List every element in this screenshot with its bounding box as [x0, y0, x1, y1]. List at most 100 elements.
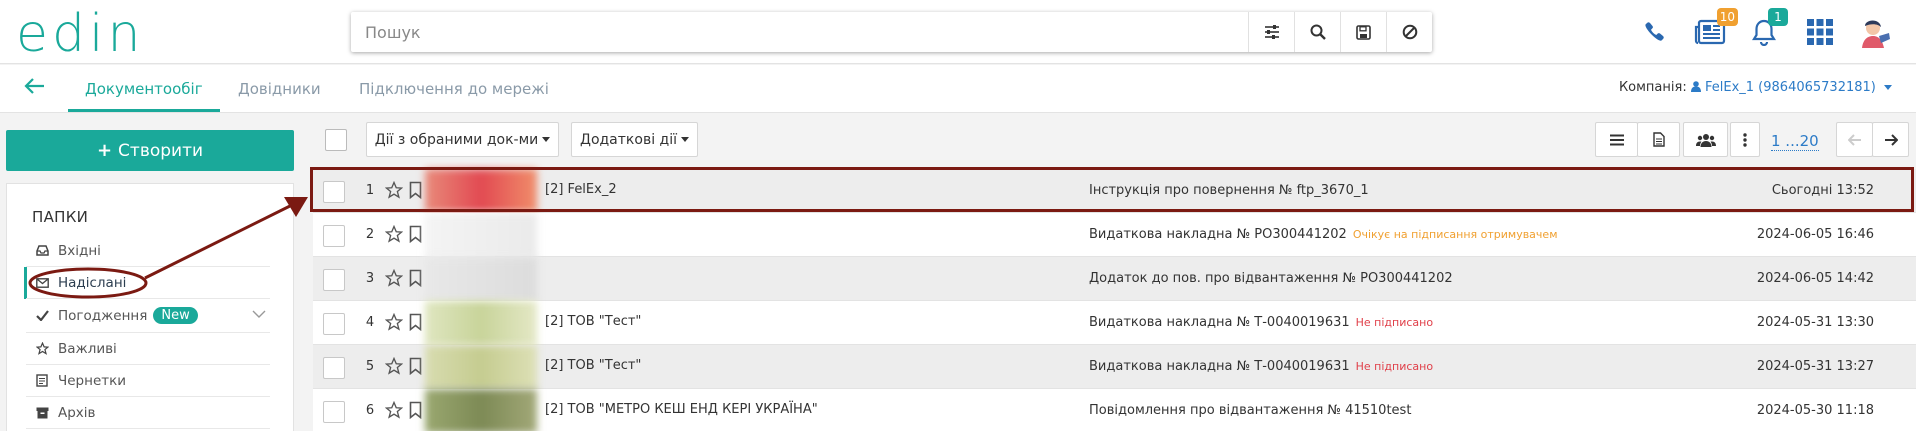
tab-directories[interactable]: Довідники [238, 80, 321, 98]
star-icon[interactable] [384, 180, 404, 203]
select-all-checkbox[interactable] [325, 129, 347, 151]
pager[interactable]: 1 ...20 [1771, 131, 1819, 151]
document-view-icon [1652, 132, 1665, 147]
table-row[interactable]: 2 Видаткова накладна № РО300441202 Очікує … [313, 213, 1916, 257]
edin-logo[interactable]: edin [16, 8, 144, 60]
list-view-icon [1609, 134, 1624, 145]
folder-label: Архів [58, 404, 96, 421]
star-icon[interactable] [384, 356, 404, 379]
document-view-button[interactable] [1637, 122, 1680, 157]
row-checkbox[interactable] [323, 269, 345, 291]
news-button[interactable]: 10 [1692, 8, 1738, 50]
more-vertical-icon [1743, 132, 1747, 147]
company-selector[interactable]: Компанія: FelEx_1 (9864065732181) [1619, 80, 1892, 95]
next-page-button[interactable] [1872, 122, 1909, 157]
folder-label: Вхідні [58, 242, 101, 259]
bookmark-icon[interactable] [409, 181, 422, 203]
folder-approval[interactable]: Погодження New [26, 299, 270, 333]
folder-inbox[interactable]: Вхідні [26, 235, 270, 267]
star-icon[interactable] [384, 400, 404, 423]
search-button[interactable] [1294, 12, 1340, 52]
chevron-down-icon [1884, 85, 1892, 90]
avatar[interactable] [1858, 14, 1894, 50]
bookmark-icon[interactable] [409, 269, 422, 291]
bookmark-icon[interactable] [409, 313, 422, 335]
folder-label: Погодження [58, 307, 148, 324]
group-button[interactable] [1683, 122, 1728, 157]
folder-sent[interactable]: Надіслані [26, 267, 270, 299]
table-row[interactable]: 6 [2] ТОВ "МЕТРО КЕШ ЕНД КЕРІ УКРАЇНА" Пов… [313, 389, 1916, 431]
extra-actions-dropdown[interactable]: Додаткові дії [571, 122, 698, 157]
row-number: 6 [365, 403, 375, 418]
list-view-button[interactable] [1595, 122, 1638, 157]
more-options-button[interactable] [1730, 122, 1760, 157]
save-search-button[interactable] [1340, 12, 1386, 52]
bookmark-icon[interactable] [409, 401, 422, 423]
caret-down-icon [681, 137, 689, 142]
create-label: Створити [118, 140, 204, 161]
star-icon[interactable] [384, 224, 404, 247]
prev-page-button[interactable] [1836, 122, 1873, 157]
row-checkbox[interactable] [323, 181, 345, 203]
row-checkbox[interactable] [323, 401, 345, 423]
search-box [351, 12, 1432, 52]
row-document[interactable]: Додаток до пов. про відвантаження № РО30… [1089, 271, 1453, 286]
clear-search-button[interactable] [1386, 12, 1432, 52]
active-tab-underline [68, 109, 220, 112]
selected-actions-dropdown[interactable]: Дії з обраними док-ми [366, 122, 559, 157]
star-icon[interactable] [384, 312, 404, 335]
table-row[interactable]: 3 Додаток до пов. про відвантаження № РО3… [313, 257, 1916, 301]
row-document-title: Видаткова накладна № Т-0040019631 [1089, 315, 1350, 330]
row-document[interactable]: Видаткова накладна № Т-0040019631 Не підп… [1089, 315, 1433, 330]
filter-settings-icon [1264, 25, 1279, 39]
chevron-down-icon[interactable] [252, 307, 266, 323]
row-document[interactable]: Інструкція про повернення № ftp_3670_1 [1089, 183, 1369, 198]
row-document[interactable]: Видаткова накладна № Т-0040019631 Не підп… [1089, 359, 1433, 374]
arrow-right-icon [1884, 133, 1898, 146]
folder-important[interactable]: Важливі [26, 333, 270, 365]
row-checkbox[interactable] [323, 313, 345, 335]
bookmark-icon[interactable] [409, 357, 422, 379]
row-document-title: Інструкція про повернення № ftp_3670_1 [1089, 183, 1369, 198]
row-checkbox[interactable] [323, 225, 345, 247]
tab-document-flow[interactable]: Документообіг [85, 80, 203, 98]
row-date: Сьогодні 13:52 [1771, 183, 1874, 198]
row-document-title: Видаткова накладна № РО300441202 [1089, 227, 1347, 242]
documents-table: 1 [2] FelEx_2 Інструкція про повернення № … [313, 169, 1916, 431]
new-badge: New [153, 307, 198, 324]
extra-actions-label: Додаткові дії [580, 131, 677, 148]
redacted-area [425, 345, 537, 389]
star-icon[interactable] [384, 268, 404, 291]
pager-range: 1 ...20 [1771, 132, 1819, 151]
redacted-area [425, 389, 537, 431]
redacted-area [425, 301, 537, 345]
folder-drafts[interactable]: Чернетки [26, 365, 270, 397]
search-input[interactable] [351, 12, 1248, 52]
back-button[interactable] [24, 77, 46, 99]
bookmark-icon[interactable] [409, 225, 422, 247]
row-document[interactable]: Повідомлення про відвантаження № 41510te… [1089, 403, 1411, 418]
notifications-button[interactable]: 1 [1746, 8, 1788, 50]
tab-network-connection[interactable]: Підключення до мережі [359, 80, 549, 98]
create-button[interactable]: + Створити [6, 130, 294, 171]
row-document-title: Додаток до пов. про відвантаження № РО30… [1089, 271, 1453, 286]
row-number: 5 [365, 359, 375, 374]
apps-grid-icon [1807, 19, 1833, 45]
filter-settings-button[interactable] [1248, 12, 1294, 52]
phone-button[interactable] [1636, 14, 1672, 50]
row-date: 2024-05-31 13:30 [1756, 315, 1874, 330]
table-row[interactable]: 1 [2] FelEx_2 Інструкція про повернення № … [313, 169, 1916, 213]
row-sender: [2] ТОВ "МЕТРО КЕШ ЕНД КЕРІ УКРАЇНА" [545, 402, 818, 417]
folder-archive[interactable]: Архів [26, 397, 270, 429]
company-value: FelEx_1 (9864065732181) [1705, 80, 1876, 95]
table-row[interactable]: 5 [2] ТОВ "Тест" Видаткова накладна № Т-00… [313, 345, 1916, 389]
row-number: 3 [365, 271, 375, 286]
apps-button[interactable] [1802, 14, 1838, 50]
group-icon [1695, 133, 1716, 147]
table-row[interactable]: 4 [2] ТОВ "Тест" Видаткова накладна № Т-00… [313, 301, 1916, 345]
row-status: Очікує на підписання отримувачем [1352, 228, 1558, 241]
row-number: 2 [365, 227, 375, 242]
notifications-badge: 1 [1768, 8, 1788, 26]
row-checkbox[interactable] [323, 357, 345, 379]
row-document[interactable]: Видаткова накладна № РО300441202 Очікує н… [1089, 227, 1558, 242]
